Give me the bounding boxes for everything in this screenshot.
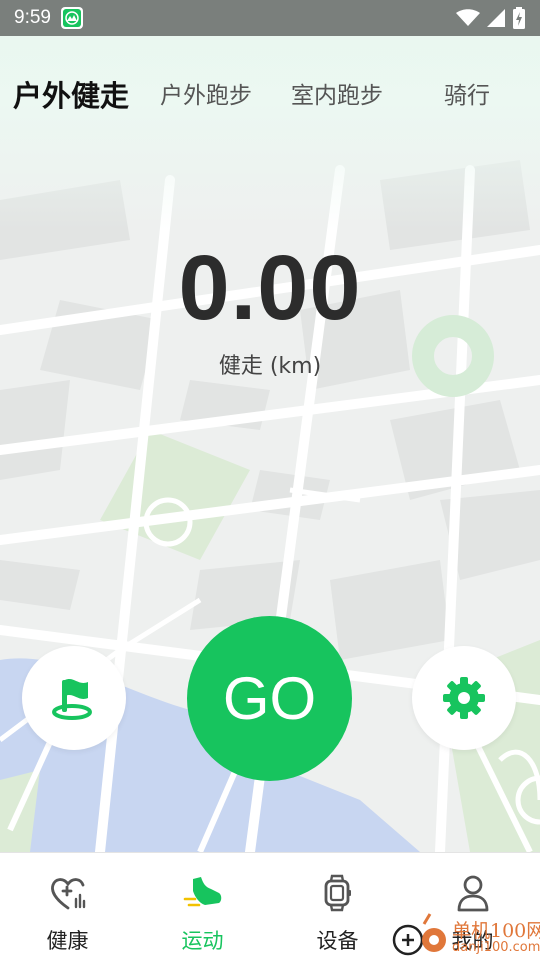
tab-indoor-run[interactable]: 室内跑步 bbox=[291, 68, 383, 124]
watermark-logo bbox=[392, 913, 446, 956]
watermark: 单机100网 danji100.com bbox=[390, 910, 540, 960]
tab-outdoor-run[interactable]: 户外跑步 bbox=[160, 68, 252, 124]
nav-label-health: 健康 bbox=[46, 929, 89, 953]
heart-plus-icon bbox=[48, 873, 88, 913]
watermark-subtext: danji100.com bbox=[452, 940, 540, 955]
shoe-icon bbox=[183, 873, 223, 913]
go-button[interactable]: GO bbox=[187, 616, 352, 781]
cell-signal-icon bbox=[487, 9, 505, 27]
tab-outdoor-walk[interactable]: 户外健走 bbox=[13, 68, 129, 124]
watermark-text: 单机100网 bbox=[452, 920, 540, 942]
nav-item-exercise[interactable]: 运动 bbox=[135, 853, 270, 960]
tab-cycling[interactable]: 骑行 bbox=[444, 68, 490, 124]
status-icons bbox=[456, 7, 526, 29]
mountain-app-icon bbox=[60, 7, 83, 29]
sport-mode-tabs: 户外健走 户外跑步 室内跑步 骑行 bbox=[0, 68, 540, 124]
battery-icon bbox=[513, 7, 525, 29]
status-time: 9:59 bbox=[14, 7, 51, 28]
nav-label-exercise: 运动 bbox=[181, 929, 224, 953]
nav-label-device: 设备 bbox=[316, 929, 359, 953]
watch-icon bbox=[318, 873, 358, 913]
flag-icon bbox=[52, 679, 92, 720]
app-screen: 9:59 户外健走 户外跑步 室内跑步 骑行 0.00 健走 (km) GO 健… bbox=[0, 0, 540, 960]
distance-unit-label: 健走 (km) bbox=[218, 354, 322, 379]
settings-button[interactable] bbox=[412, 646, 516, 750]
wifi-icon bbox=[456, 9, 480, 26]
route-button[interactable] bbox=[22, 646, 126, 750]
person-icon bbox=[453, 873, 493, 913]
gear-icon bbox=[443, 677, 485, 719]
nav-item-device[interactable]: 设备 bbox=[270, 853, 405, 960]
nav-item-health[interactable]: 健康 bbox=[0, 853, 135, 960]
status-bar: 9:59 bbox=[0, 0, 540, 36]
distance-value: 0.00 bbox=[178, 237, 362, 339]
